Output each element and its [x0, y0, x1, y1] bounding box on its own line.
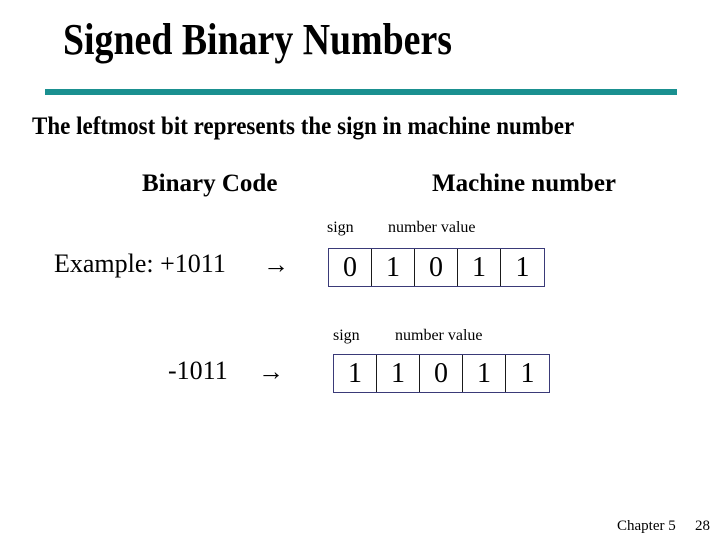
bit-cell: 0	[415, 249, 458, 286]
title-divider	[45, 89, 677, 95]
slide-subtitle: The leftmost bit represents the sign in …	[32, 113, 575, 140]
example-label: Example: +1011	[54, 249, 226, 278]
right-arrow-icon: →	[263, 250, 289, 279]
bit-cell: 1	[458, 249, 501, 286]
bit-register: 0 1 0 1 1	[328, 248, 545, 287]
slide-title: Signed Binary Numbers	[63, 15, 452, 64]
bit-cell: 1	[377, 355, 420, 392]
footer-chapter: Chapter 5	[617, 518, 676, 534]
column-heading-machine-number: Machine number	[432, 170, 617, 197]
example-label: -1011	[168, 356, 228, 385]
number-value-label: number value	[388, 219, 476, 236]
footer-page-number: 28	[695, 518, 710, 534]
bit-cell: 1	[372, 249, 415, 286]
number-value-label: number value	[395, 327, 483, 344]
bit-register: 1 1 0 1 1	[333, 354, 550, 393]
right-arrow-icon: →	[258, 357, 284, 386]
column-heading-binary-code: Binary Code	[142, 170, 278, 197]
bit-cell-sign: 1	[334, 355, 377, 392]
sign-label: sign	[327, 219, 354, 236]
bit-cell: 0	[420, 355, 463, 392]
bit-cell: 1	[515, 251, 530, 283]
bit-cell-sign: 0	[329, 249, 372, 286]
sign-label: sign	[333, 327, 360, 344]
bit-cell: 1	[520, 357, 535, 389]
bit-cell: 1	[463, 355, 506, 392]
